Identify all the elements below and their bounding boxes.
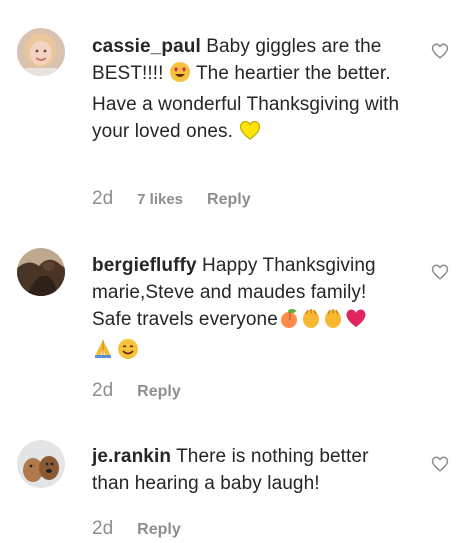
yellow-heart-emoji-icon (238, 119, 262, 149)
smiling-face-emoji-icon (117, 338, 139, 368)
peach-emoji-icon (278, 307, 300, 337)
comment-text: bergiefluffy Happy Thanksgiving marie,St… (92, 252, 410, 368)
reply-button[interactable]: Reply (137, 521, 181, 539)
reply-button[interactable]: Reply (137, 383, 181, 401)
folded-hands-emoji-icon (92, 338, 114, 368)
like-heart-icon[interactable] (431, 263, 449, 281)
comment-username[interactable]: cassie_paul (92, 36, 201, 57)
comment-username[interactable]: bergiefluffy (92, 255, 197, 276)
clapping-hands-emoji-icon (322, 307, 344, 337)
red-heart-emoji-icon (344, 307, 368, 337)
reply-button[interactable]: Reply (207, 191, 251, 209)
comment-time: 2d (92, 380, 114, 401)
avatar[interactable] (17, 28, 65, 76)
clapping-hands-emoji-icon (300, 307, 322, 337)
avatar[interactable] (17, 440, 65, 488)
like-heart-icon[interactable] (431, 455, 449, 473)
comment-text: cassie_paul Baby giggles are the BEST!!!… (92, 33, 410, 149)
comment-time: 2d (92, 518, 114, 539)
comment-meta: 2d Reply (92, 380, 181, 402)
avatar[interactable] (17, 248, 65, 296)
comment-text: je.rankin There is nothing better than h… (92, 443, 410, 497)
comment-meta: 2d 7 likes Reply (92, 188, 251, 210)
heart-eyes-emoji-icon (169, 61, 191, 91)
like-heart-icon[interactable] (431, 42, 449, 60)
comment-username[interactable]: je.rankin (92, 446, 171, 467)
comment-meta: 2d Reply (92, 518, 181, 540)
comment-likes[interactable]: 7 likes (137, 191, 183, 208)
comment-time: 2d (92, 188, 114, 209)
